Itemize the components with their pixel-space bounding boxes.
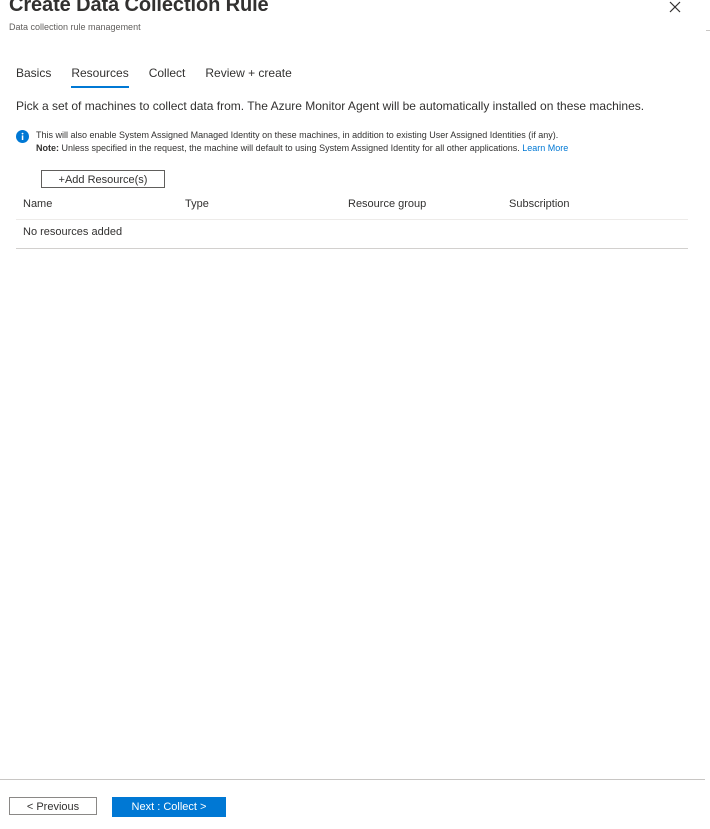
- column-header-resource-group[interactable]: Resource group: [348, 198, 426, 210]
- resources-table: Name Type Resource group Subscription No…: [16, 195, 688, 249]
- info-line-2: Note: Unless specified in the request, t…: [36, 142, 568, 155]
- intro-text: Pick a set of machines to collect data f…: [16, 99, 645, 113]
- table-row: No resources added: [16, 220, 688, 249]
- column-header-name[interactable]: Name: [23, 198, 52, 210]
- learn-more-link[interactable]: Learn More: [522, 143, 568, 153]
- close-icon[interactable]: [666, 0, 684, 17]
- column-header-subscription[interactable]: Subscription: [509, 198, 570, 210]
- column-header-type[interactable]: Type: [185, 198, 209, 210]
- tab-review-create[interactable]: Review + create: [205, 66, 291, 86]
- create-dcr-blade: Create Data Collection Rule Data collect…: [0, 0, 710, 829]
- previous-button[interactable]: < Previous: [9, 797, 97, 815]
- page-subtitle: Data collection rule management: [9, 22, 141, 32]
- page-title: Create Data Collection Rule: [9, 0, 269, 16]
- tab-bar: Basics Resources Collect Review + create: [16, 66, 312, 88]
- note-label: Note:: [36, 143, 59, 153]
- add-resources-button[interactable]: +Add Resource(s): [41, 170, 165, 188]
- table-header: Name Type Resource group Subscription: [16, 195, 688, 220]
- tab-basics[interactable]: Basics: [16, 66, 51, 86]
- tab-collect[interactable]: Collect: [149, 66, 186, 86]
- info-text: This will also enable System Assigned Ma…: [36, 129, 568, 155]
- footer-divider: [0, 779, 705, 780]
- info-icon: [16, 130, 29, 143]
- tab-resources[interactable]: Resources: [71, 66, 130, 88]
- info-line-1: This will also enable System Assigned Ma…: [36, 130, 559, 140]
- note-text: Unless specified in the request, the mac…: [59, 143, 520, 153]
- header-divider: [706, 30, 710, 31]
- empty-message: No resources added: [23, 226, 123, 238]
- next-collect-button[interactable]: Next : Collect >: [112, 797, 226, 817]
